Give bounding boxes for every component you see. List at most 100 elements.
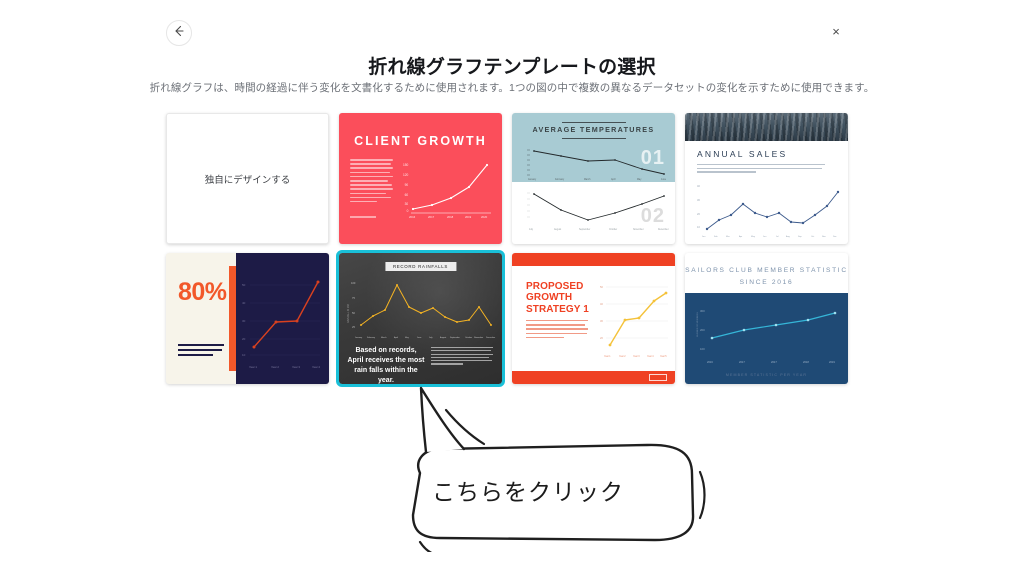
svg-text:Feb: Feb xyxy=(714,236,718,238)
svg-text:30: 30 xyxy=(697,198,700,202)
back-button[interactable] xyxy=(166,20,192,46)
svg-text:January: January xyxy=(528,178,537,181)
average-temperatures-title: AVERAGE TEMPERATURES xyxy=(532,125,655,134)
svg-text:September: September xyxy=(579,228,590,231)
svg-text:2017: 2017 xyxy=(771,360,777,364)
svg-text:August: August xyxy=(554,228,562,231)
svg-text:Year 1: Year 1 xyxy=(249,365,257,369)
temperatures-rule-bottom xyxy=(561,138,626,139)
svg-text:March: March xyxy=(381,337,387,339)
average-temperatures-chart-02: July August September October November Decem… xyxy=(527,192,669,231)
page-title: 折れ線グラフテンプレートの選択 xyxy=(368,57,656,78)
close-icon: × xyxy=(832,23,840,39)
svg-text:February: February xyxy=(367,337,375,339)
template-card-annual-sales[interactable]: ANNUAL SALES 40 30 20 10 Jan Feb Mar Apr May Ju… xyxy=(685,113,848,244)
svg-text:25: 25 xyxy=(352,325,355,329)
svg-text:Year 2: Year 2 xyxy=(271,365,279,369)
proposed-growth-top-bar xyxy=(512,253,675,266)
svg-text:Year 3: Year 3 xyxy=(292,365,300,369)
svg-text:February: February xyxy=(555,178,565,181)
svg-text:0: 0 xyxy=(407,209,409,213)
svg-text:40: 40 xyxy=(697,184,700,188)
sailors-club-chart: 300 200 100 NUMBER OF MEMBERS 2016 2017 2017… xyxy=(697,309,837,364)
svg-text:November: November xyxy=(474,337,484,339)
svg-text:30: 30 xyxy=(600,319,603,323)
svg-text:Apr: Apr xyxy=(739,235,743,238)
svg-text:50: 50 xyxy=(600,285,603,289)
svg-text:May: May xyxy=(405,337,409,339)
svg-text:20: 20 xyxy=(697,212,700,216)
svg-text:September: September xyxy=(450,336,460,339)
svg-text:Year 4: Year 4 xyxy=(647,355,654,358)
eighty-percent-chart: 50 40 30 20 10 Year 1 Year 2 Year 3 Year 4 xyxy=(242,280,320,369)
svg-text:50: 50 xyxy=(352,311,355,315)
svg-text:April: April xyxy=(611,178,616,181)
svg-text:2019: 2019 xyxy=(829,360,835,364)
svg-text:10: 10 xyxy=(242,353,246,357)
svg-text:December: December xyxy=(658,228,669,231)
proposed-growth-logo xyxy=(649,374,667,381)
svg-text:20: 20 xyxy=(242,337,246,341)
template-grid: 独自にデザインする CLIENT GROWTH 150 120 90 60 30 0 2… xyxy=(166,113,850,387)
callout-text: こちらをクリック xyxy=(432,480,624,506)
svg-text:2020: 2020 xyxy=(481,215,488,219)
svg-text:30: 30 xyxy=(405,202,409,206)
svg-text:2017: 2017 xyxy=(428,215,435,219)
svg-text:20: 20 xyxy=(600,336,603,340)
svg-text:120: 120 xyxy=(403,173,409,177)
client-growth-title: CLIENT GROWTH xyxy=(354,134,487,148)
svg-text:NUMBER OF MEMBERS: NUMBER OF MEMBERS xyxy=(697,312,699,337)
rainfall-tag: RECORD RAINFALLS xyxy=(384,262,457,271)
eighty-percent-headline: 80% xyxy=(178,278,227,306)
temperatures-rule-top xyxy=(561,122,626,123)
svg-text:April: April xyxy=(394,336,399,339)
page-subtitle: 折れ線グラフは、時間の経過に伴う変化を文書化するために使用されます。1つの図の中… xyxy=(149,82,875,94)
eighty-percent-caption xyxy=(178,344,224,359)
svg-text:June: June xyxy=(661,179,667,181)
svg-text:Dec: Dec xyxy=(833,236,837,238)
svg-text:Jul: Jul xyxy=(776,236,779,238)
svg-text:Oct: Oct xyxy=(811,235,815,238)
template-card-sailors-club[interactable]: SAILORS CLUB MEMBER STATISTIC SINCE 2016… xyxy=(685,253,848,384)
annual-sales-chart: 40 30 20 10 Jan Feb Mar Apr May Jun Jul Aug Sep O… xyxy=(697,184,840,238)
svg-text:Year 2: Year 2 xyxy=(619,355,626,358)
proposed-growth-title: PROPOSED GROWTH STRATEGY 1 xyxy=(526,281,589,315)
svg-text:30: 30 xyxy=(242,319,246,323)
annual-sales-title: ANNUAL SALES xyxy=(697,149,788,159)
svg-text:Year 4: Year 4 xyxy=(312,365,320,369)
svg-text:2016: 2016 xyxy=(707,360,713,364)
svg-text:10: 10 xyxy=(697,225,700,229)
template-card-eighty-percent[interactable]: 80% 50 40 30 20 10 Year 1 Year 2 Year 3 … xyxy=(166,253,329,384)
svg-text:40: 40 xyxy=(600,302,603,306)
rainfall-chart: 100 75 50 25 RAINFALL IN MM January February… xyxy=(347,281,496,339)
svg-text:Aug: Aug xyxy=(786,235,791,238)
template-card-average-temperatures[interactable]: AVERAGE TEMPERATURES 01 02 January Februa… xyxy=(512,113,675,244)
svg-text:Mar: Mar xyxy=(726,235,730,238)
svg-text:Year 3: Year 3 xyxy=(633,355,640,358)
svg-text:Jan: Jan xyxy=(702,236,706,238)
template-card-design-your-own[interactable]: 独自にデザインする xyxy=(166,113,329,244)
svg-text:2018: 2018 xyxy=(803,360,809,364)
svg-text:60: 60 xyxy=(405,193,409,197)
svg-text:Sep: Sep xyxy=(798,236,803,238)
template-card-proposed-growth[interactable]: PROPOSED GROWTH STRATEGY 1 50 40 30 20 Ye xyxy=(512,253,675,384)
svg-text:300: 300 xyxy=(700,309,705,313)
callout-bubble xyxy=(411,386,706,552)
close-button[interactable]: × xyxy=(824,19,848,43)
rainfall-quote: Based on records, April receives the mos… xyxy=(347,347,425,384)
svg-text:March: March xyxy=(584,178,591,181)
sailors-club-title: SAILORS CLUB MEMBER STATISTIC SINCE 2016 xyxy=(685,267,848,286)
template-card-client-growth[interactable]: CLIENT GROWTH 150 120 90 60 30 0 2016 2017 20… xyxy=(339,113,502,244)
svg-text:June: June xyxy=(417,337,422,339)
svg-text:December: December xyxy=(486,337,496,339)
template-card-rainfall[interactable]: RECORD RAINFALLS 100 75 50 25 RAINFALL IN M… xyxy=(336,250,505,387)
svg-text:January: January xyxy=(355,337,362,339)
svg-text:August: August xyxy=(440,336,447,339)
svg-text:July: July xyxy=(529,229,534,231)
svg-text:November: November xyxy=(633,228,644,231)
svg-text:May: May xyxy=(751,236,756,238)
client-growth-body-text xyxy=(350,159,393,205)
eighty-percent-accent-bar xyxy=(229,266,236,371)
annual-sales-body-text xyxy=(697,164,825,175)
proposed-growth-chart: 50 40 30 20 Year 1 Year 2 Year 3 Year 4 Year 5 xyxy=(600,285,668,358)
